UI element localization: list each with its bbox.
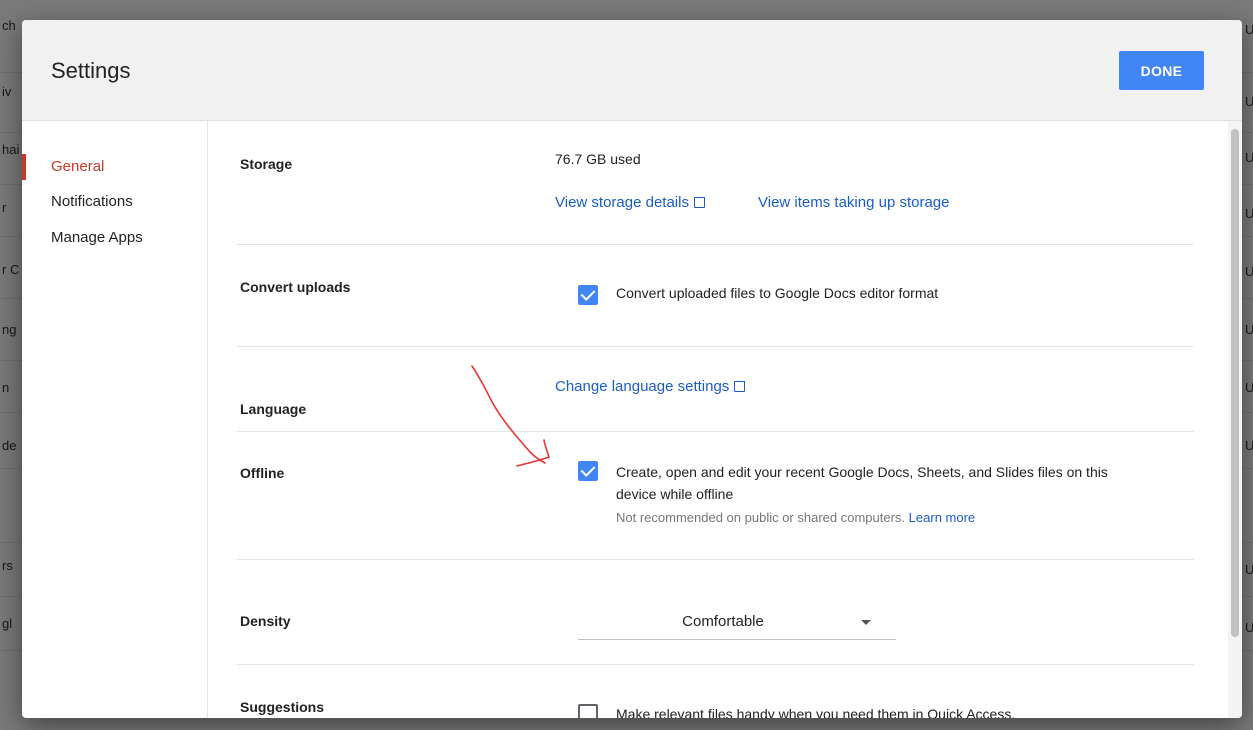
change-language-label: Change language settings [555, 378, 730, 395]
sidebar-item-general[interactable]: General [51, 158, 104, 175]
section-divider [237, 244, 1194, 245]
view-storage-details-label: View storage details [555, 194, 689, 211]
sidebar-item-manage-apps[interactable]: Manage Apps [51, 229, 143, 246]
section-divider [237, 559, 1194, 560]
suggestions-label: Suggestions [240, 699, 325, 715]
content-scrollbar[interactable] [1228, 121, 1242, 718]
dialog-title: Settings [51, 58, 131, 83]
offline-text-line2: device while offline [616, 486, 734, 502]
density-label: Density [240, 613, 291, 629]
convert-uploads-label: Convert uploads [240, 279, 351, 295]
active-item-marker [22, 154, 26, 180]
offline-note-text: Not recommended on public or shared comp… [616, 510, 906, 525]
section-divider [237, 664, 1194, 665]
section-divider [237, 346, 1194, 347]
section-divider [237, 431, 1194, 432]
view-items-link[interactable]: View items taking up storage [758, 194, 950, 211]
view-storage-details-link[interactable]: View storage details [555, 194, 705, 211]
open-in-new-icon [693, 197, 705, 208]
offline-text-line1: Create, open and edit your recent Google… [616, 464, 1108, 480]
language-label: Language [240, 401, 307, 417]
sidebar-item-notifications[interactable]: Notifications [51, 193, 133, 210]
learn-more-link[interactable]: Learn more [909, 510, 975, 525]
open-in-new-icon [734, 381, 746, 392]
convert-uploads-text: Convert uploaded files to Google Docs ed… [616, 285, 939, 301]
density-selected-value: Comfortable [682, 613, 764, 630]
storage-label: Storage [240, 156, 293, 172]
done-button[interactable]: DONE [1119, 51, 1204, 90]
settings-dialog: Settings DONE General Notifications Mana… [22, 20, 1242, 718]
dialog-header: Settings DONE [22, 20, 1242, 121]
settings-sidebar: General Notifications Manage Apps [22, 121, 208, 718]
storage-used: 76.7 GB used [555, 151, 641, 167]
dropdown-arrow-icon [861, 620, 871, 625]
suggestions-text: Make relevant files handy when you need … [616, 706, 1016, 718]
change-language-link[interactable]: Change language settings [555, 378, 746, 395]
convert-uploads-checkbox[interactable] [578, 285, 598, 305]
offline-note: Not recommended on public or shared comp… [616, 510, 975, 525]
offline-checkbox[interactable] [578, 461, 598, 481]
scrollbar-thumb[interactable] [1231, 129, 1239, 637]
offline-label: Offline [240, 465, 285, 481]
density-select[interactable]: Comfortable [578, 592, 896, 640]
browser-edge [0, 0, 1253, 8]
settings-content: Storage 76.7 GB used View storage detail… [208, 121, 1228, 718]
suggestions-checkbox[interactable] [578, 704, 598, 718]
